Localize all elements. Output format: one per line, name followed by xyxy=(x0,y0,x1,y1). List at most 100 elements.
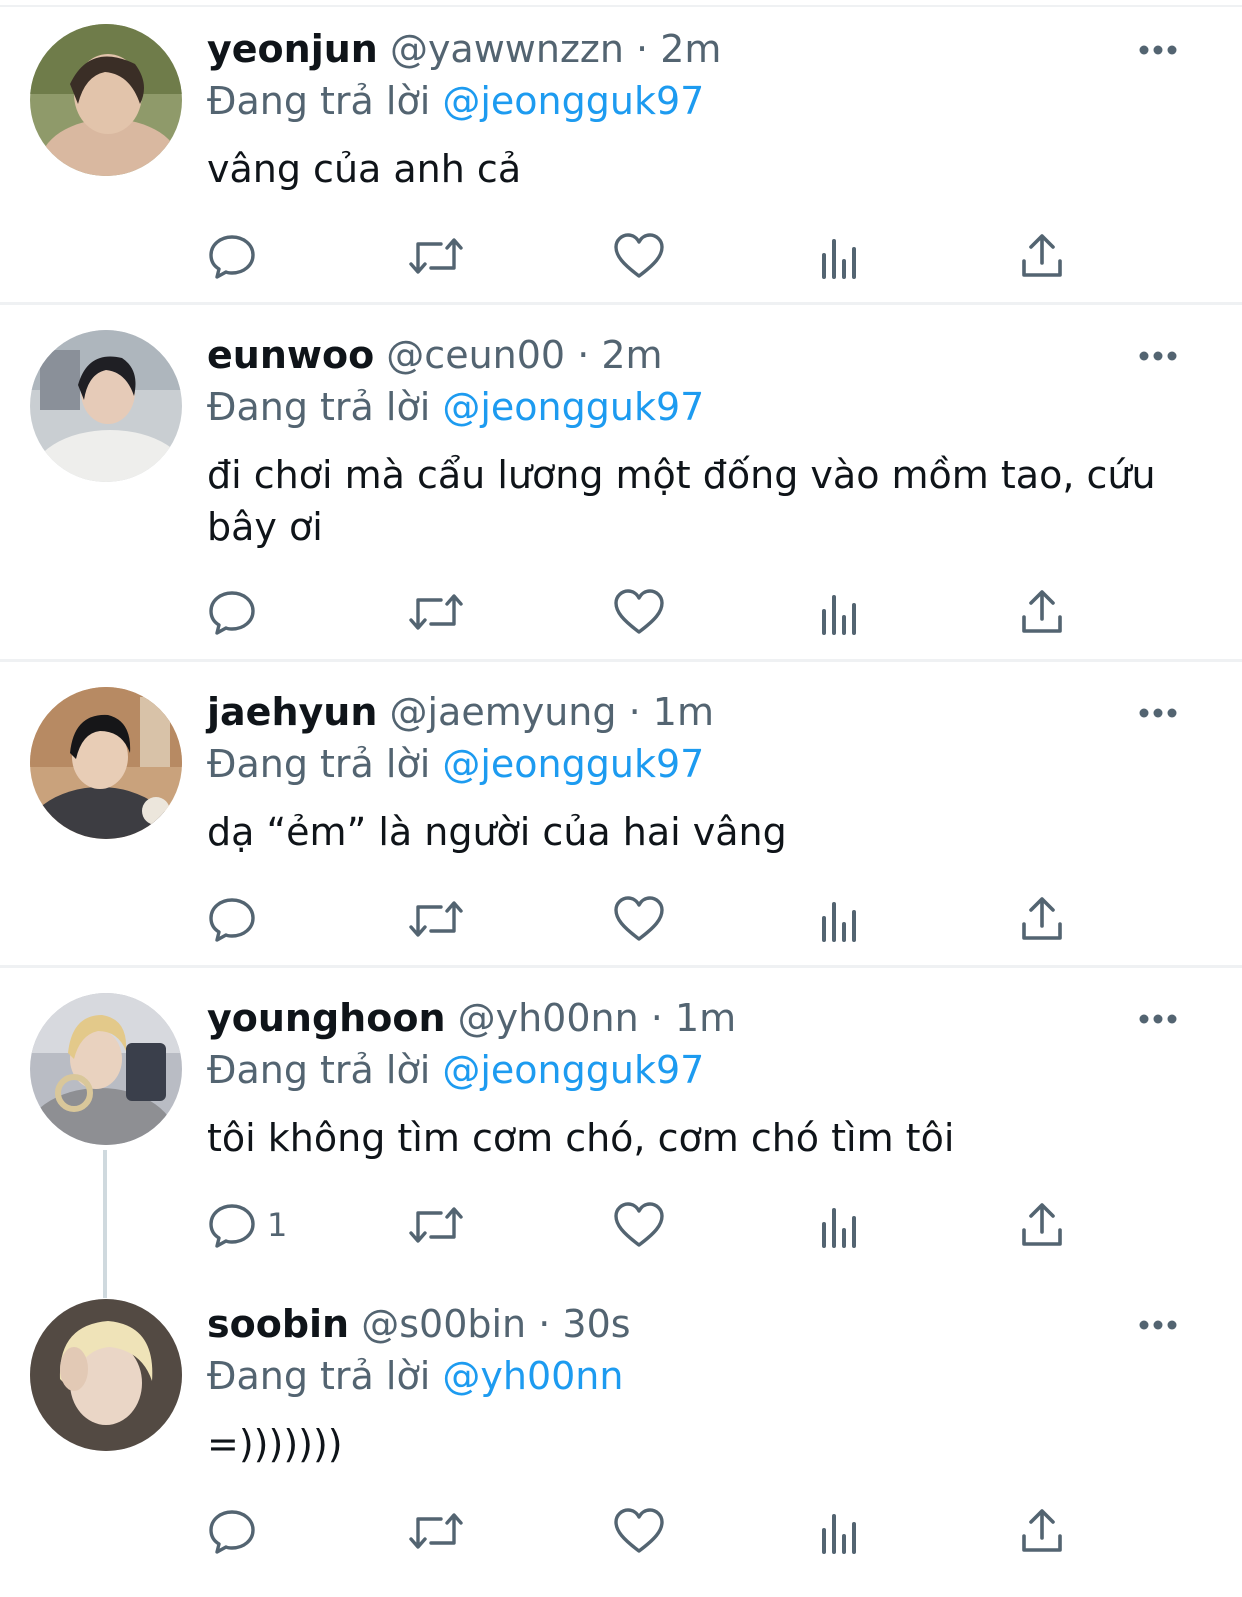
share-button[interactable] xyxy=(1019,584,1065,640)
replying-to: Đang trả lời @jeongguk97 xyxy=(207,382,704,432)
share-icon xyxy=(1022,590,1062,633)
user-handle[interactable]: @yawwnzzn xyxy=(390,27,624,71)
avatar[interactable] xyxy=(30,330,182,482)
tweet-text: vâng của anh cả xyxy=(207,147,522,191)
display-name[interactable]: younghoon xyxy=(207,996,446,1040)
retweet-button[interactable] xyxy=(407,228,465,284)
tweet-jaehyun[interactable]: jaehyun @jaemyung · 1m Đang trả lời @jeo… xyxy=(0,663,1242,963)
tweet-header: younghoon @yh00nn · 1m xyxy=(207,993,736,1043)
user-handle[interactable]: @jaemyung xyxy=(389,690,616,734)
tweet-eunwoo[interactable]: eunwoo @ceun00 · 2m Đang trả lời @jeongg… xyxy=(0,306,1242,658)
like-button[interactable] xyxy=(613,584,665,640)
tweet-header: eunwoo @ceun00 · 2m xyxy=(207,330,663,380)
share-button[interactable] xyxy=(1019,1503,1065,1559)
tweet-divider xyxy=(0,659,1242,662)
share-button[interactable] xyxy=(1019,1197,1065,1253)
tweet-header: yeonjun @yawwnzzn · 2m xyxy=(207,24,721,74)
share-icon xyxy=(1022,897,1062,940)
timestamp[interactable]: 2m xyxy=(601,333,662,377)
timestamp[interactable]: 1m xyxy=(653,690,714,734)
views-button[interactable] xyxy=(819,1197,863,1253)
share-button[interactable] xyxy=(1019,891,1065,947)
reply-icon xyxy=(209,898,255,942)
more-icon[interactable] xyxy=(1138,349,1178,363)
reply-button[interactable] xyxy=(207,228,267,284)
mention-link[interactable]: @jeongguk97 xyxy=(442,742,704,786)
tweet-text: dạ “ẻm” là người của hai vâng xyxy=(207,810,787,854)
more-icon[interactable] xyxy=(1138,1012,1178,1026)
replying-to-label: Đang trả lời xyxy=(207,385,431,429)
more-icon[interactable] xyxy=(1138,706,1178,720)
timestamp[interactable]: 2m xyxy=(660,27,721,71)
mention-link[interactable]: @jeongguk97 xyxy=(442,79,704,123)
reply-icon xyxy=(209,235,255,279)
mention-link[interactable]: @jeongguk97 xyxy=(442,1048,704,1092)
views-button[interactable] xyxy=(819,891,863,947)
timestamp[interactable]: 30s xyxy=(562,1302,630,1346)
views-button[interactable] xyxy=(819,1503,863,1559)
display-name[interactable]: jaehyun xyxy=(207,690,377,734)
views-icon xyxy=(822,1514,856,1554)
user-handle[interactable]: @ceun00 xyxy=(386,333,565,377)
reply-button[interactable] xyxy=(207,891,267,947)
mention-link[interactable]: @jeongguk97 xyxy=(442,385,704,429)
heart-icon xyxy=(614,1508,664,1553)
heart-icon xyxy=(614,233,664,278)
display-name[interactable]: eunwoo xyxy=(207,333,374,377)
more-icon[interactable] xyxy=(1138,43,1178,57)
separator-dot: · xyxy=(538,1302,551,1346)
reply-icon xyxy=(209,1510,255,1554)
reply-button[interactable] xyxy=(207,1503,267,1559)
action-bar: 1 xyxy=(207,1197,1087,1253)
retweet-button[interactable] xyxy=(407,891,465,947)
tweet-text: đi chơi mà cẩu lương một đống vào mồm ta… xyxy=(207,453,1156,549)
avatar[interactable] xyxy=(30,24,182,176)
replying-to: Đang trả lời @jeongguk97 xyxy=(207,739,704,789)
tweet-divider xyxy=(0,302,1242,305)
like-button[interactable] xyxy=(613,1197,665,1253)
user-handle[interactable]: @yh00nn xyxy=(458,996,639,1040)
action-bar xyxy=(207,584,1087,640)
separator-dot: · xyxy=(628,690,641,734)
separator-dot: · xyxy=(650,996,663,1040)
action-bar xyxy=(207,1503,1087,1559)
reply-icon xyxy=(209,591,255,635)
views-button[interactable] xyxy=(819,228,863,284)
avatar[interactable] xyxy=(30,1299,182,1451)
like-button[interactable] xyxy=(613,228,665,284)
views-icon xyxy=(822,239,856,279)
mention-link[interactable]: @yh00nn xyxy=(442,1354,623,1398)
views-icon xyxy=(822,595,856,635)
retweet-button[interactable] xyxy=(407,584,465,640)
replying-to: Đang trả lời @jeongguk97 xyxy=(207,1045,704,1095)
views-icon xyxy=(822,902,856,942)
reply-button[interactable]: 1 xyxy=(207,1197,287,1253)
tweet-text: tôi không tìm cơm chó, cơm chó tìm tôi xyxy=(207,1116,955,1160)
replying-to: Đang trả lời @jeongguk97 xyxy=(207,76,704,126)
views-button[interactable] xyxy=(819,584,863,640)
avatar[interactable] xyxy=(30,993,182,1145)
replying-to-label: Đang trả lời xyxy=(207,1354,431,1398)
tweet-soobin[interactable]: soobin @s00bin · 30s Đang trả lời @yh00n… xyxy=(0,1275,1242,1595)
timestamp[interactable]: 1m xyxy=(675,996,736,1040)
views-icon xyxy=(822,1208,856,1248)
replying-to-label: Đang trả lời xyxy=(207,1048,431,1092)
more-icon[interactable] xyxy=(1138,1318,1178,1332)
user-handle[interactable]: @s00bin xyxy=(361,1302,526,1346)
tweet-younghoon[interactable]: younghoon @yh00nn · 1m Đang trả lời @jeo… xyxy=(0,969,1242,1269)
display-name[interactable]: soobin xyxy=(207,1302,349,1346)
reply-button[interactable] xyxy=(207,584,267,640)
display-name[interactable]: yeonjun xyxy=(207,27,378,71)
like-button[interactable] xyxy=(613,891,665,947)
retweet-icon xyxy=(409,1207,463,1243)
share-icon xyxy=(1022,1203,1062,1246)
avatar[interactable] xyxy=(30,687,182,839)
heart-icon xyxy=(614,589,664,634)
retweet-button[interactable] xyxy=(407,1503,465,1559)
retweet-icon xyxy=(409,1513,463,1549)
retweet-icon xyxy=(409,238,463,274)
retweet-button[interactable] xyxy=(407,1197,465,1253)
share-button[interactable] xyxy=(1019,228,1065,284)
tweet-yeonjun[interactable]: yeonjun @yawwnzzn · 2m Đang trả lời @jeo… xyxy=(0,0,1242,300)
like-button[interactable] xyxy=(613,1503,665,1559)
